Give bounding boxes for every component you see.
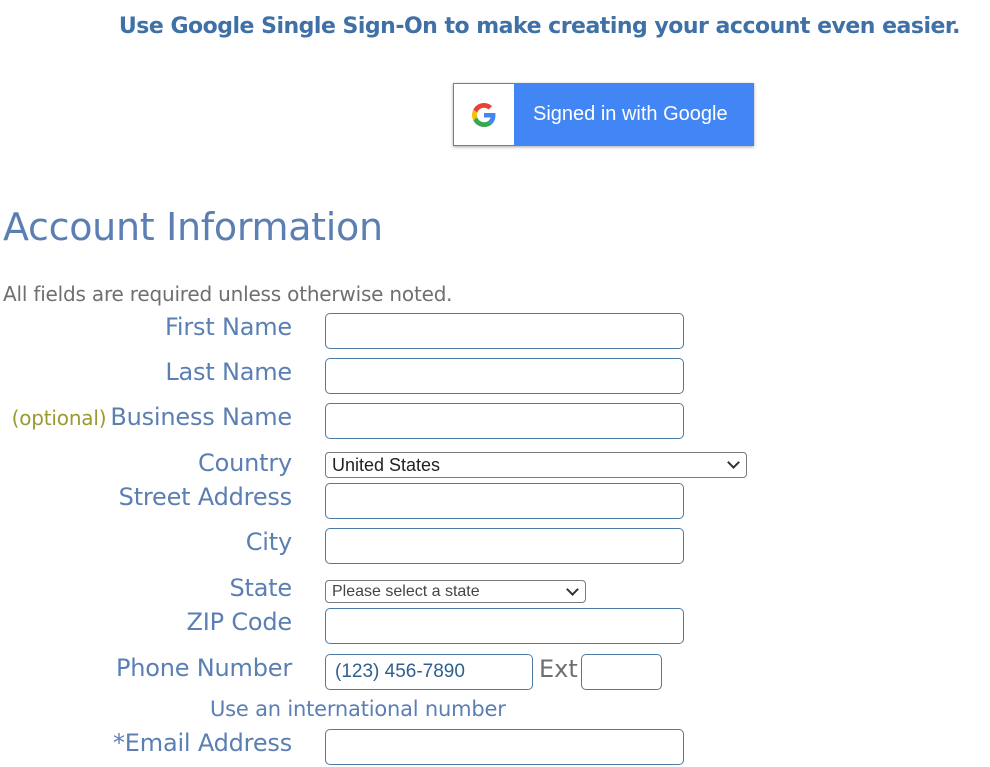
- country-label: Country: [198, 449, 292, 477]
- first-name-label: First Name: [165, 313, 292, 341]
- last-name-label: Last Name: [165, 358, 292, 386]
- zip-code-input[interactable]: [325, 608, 684, 644]
- state-select[interactable]: Please select a state: [325, 580, 586, 603]
- email-address-input[interactable]: [325, 729, 684, 765]
- phone-ext-input[interactable]: [581, 654, 662, 690]
- last-name-input[interactable]: [325, 358, 684, 394]
- chevron-down-icon: [566, 582, 579, 596]
- first-name-input[interactable]: [325, 313, 684, 349]
- business-name-label: Business Name: [110, 403, 292, 431]
- street-address-label: Street Address: [118, 483, 293, 511]
- email-address-label: *Email Address: [113, 729, 292, 757]
- state-selected-value: Please select a state: [332, 582, 480, 600]
- phone-ext-label: Ext: [539, 655, 578, 683]
- section-title: Account Information: [3, 205, 383, 249]
- phone-number-label: Phone Number: [116, 654, 292, 682]
- international-number-link[interactable]: Use an international number: [210, 697, 506, 721]
- business-name-label-group: (optional) Business Name: [11, 403, 293, 431]
- city-input[interactable]: [325, 528, 684, 564]
- state-label: State: [229, 574, 292, 602]
- phone-number-input[interactable]: [325, 654, 533, 690]
- country-selected-value: United States: [332, 454, 441, 475]
- google-g-icon: [472, 102, 496, 127]
- business-name-input[interactable]: [325, 403, 684, 439]
- zip-code-label: ZIP Code: [186, 608, 293, 636]
- google-signin-button[interactable]: Signed in with Google: [453, 83, 754, 146]
- required-fields-note: All fields are required unless otherwise…: [3, 282, 453, 306]
- city-label: City: [245, 528, 292, 556]
- optional-tag: (optional): [11, 406, 107, 430]
- street-address-input[interactable]: [325, 483, 684, 519]
- sso-headline: Use Google Single Sign-On to make creati…: [118, 14, 961, 39]
- chevron-down-icon: [727, 456, 740, 469]
- google-signin-label: Signed in with Google: [533, 103, 728, 125]
- country-select[interactable]: United States: [325, 452, 747, 478]
- google-icon-box: [454, 84, 514, 145]
